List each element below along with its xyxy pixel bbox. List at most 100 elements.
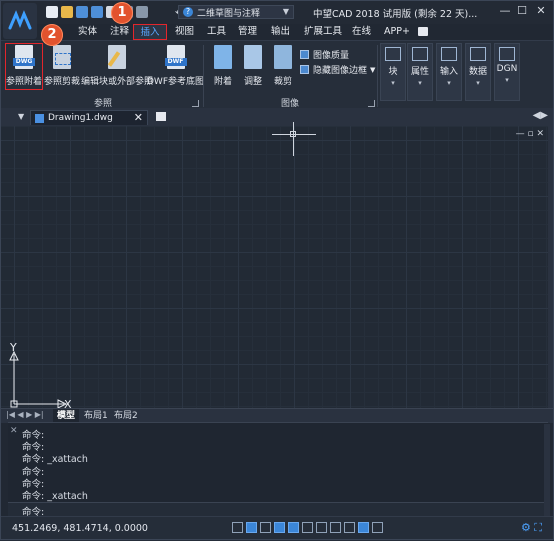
attribute-button[interactable]: 属性 ▾ bbox=[407, 43, 433, 101]
document-tab-bar: ▼ Drawing1.dwg ✕ ◀▶ bbox=[0, 108, 554, 127]
chevron-down-icon: ▾ bbox=[418, 79, 422, 87]
clip-icon bbox=[51, 45, 73, 71]
save-as-icon[interactable] bbox=[91, 6, 103, 18]
cad-application: ↶ ↷ ? 二维草图与注释 ▼ 中望CAD 2018 试用版 (剩余 22 天)… bbox=[0, 0, 554, 541]
ucs-axis-icon bbox=[9, 350, 68, 409]
chevron-down-icon: ▼ bbox=[370, 65, 376, 74]
pencil-icon bbox=[106, 45, 128, 71]
crop-image-button[interactable]: 裁剪 bbox=[272, 45, 294, 87]
minimize-button[interactable]: — bbox=[498, 4, 512, 18]
step-badge-1: 1 bbox=[111, 2, 133, 24]
command-scrollbar[interactable] bbox=[544, 424, 550, 516]
workspace-select[interactable]: ? 二维草图与注释 ▼ bbox=[178, 5, 294, 19]
app-logo-icon[interactable] bbox=[3, 3, 37, 39]
data-icon bbox=[470, 47, 486, 61]
image-icon bbox=[212, 45, 234, 71]
lineweight-icon[interactable] bbox=[330, 522, 341, 533]
image-group: 附着 调整 裁剪 图像质量 隐藏图像边框 ▼ 图像 bbox=[204, 43, 376, 109]
block-button[interactable]: 块 ▾ bbox=[380, 43, 406, 101]
ortho-icon[interactable] bbox=[260, 522, 271, 533]
coordinate-readout: 451.2469, 481.4714, 0.0000 bbox=[12, 523, 148, 534]
command-line: 命令: _xattach bbox=[22, 454, 88, 465]
close-icon[interactable]: ✕ bbox=[10, 426, 18, 436]
attribute-icon bbox=[412, 47, 428, 61]
block-icon bbox=[385, 47, 401, 61]
dwf-underlay-button[interactable]: DWF DWF参考底图 bbox=[147, 45, 204, 87]
maximize-button[interactable]: ☐ bbox=[515, 4, 529, 18]
close-icon[interactable]: ✕ bbox=[134, 111, 143, 124]
tab-tools[interactable]: 工具 bbox=[203, 24, 230, 40]
drafting-toggles bbox=[232, 522, 386, 533]
polar-icon[interactable] bbox=[274, 522, 285, 533]
chevron-down-icon: ▾ bbox=[505, 76, 509, 84]
crosshair-vertical bbox=[293, 122, 294, 156]
snap-icon[interactable] bbox=[246, 522, 257, 533]
chevron-down-icon: ▼ bbox=[282, 7, 289, 16]
attach-image-button[interactable]: 附着 bbox=[212, 45, 234, 87]
tab-manage[interactable]: 管理 bbox=[234, 24, 261, 40]
ref-dialog-launcher-icon[interactable] bbox=[192, 100, 199, 107]
tab-layout-2[interactable]: 布局2 bbox=[110, 409, 142, 423]
ref-group: DWG 参照附着 参照剪裁 编辑块或外部参照 DWF DWF参考底图 参照 bbox=[0, 43, 204, 109]
dynamic-input-icon[interactable] bbox=[316, 522, 327, 533]
dgn-button[interactable]: DGN ▾ bbox=[494, 43, 520, 101]
ribbon-toggle-icon[interactable] bbox=[418, 27, 428, 36]
layout-tab-bar: |◀ ◀ ▶ ▶| 模型 布局1 布局2 bbox=[0, 408, 554, 423]
new-file-icon[interactable] bbox=[46, 6, 58, 18]
tab-output[interactable]: 输出 bbox=[267, 24, 294, 40]
crop-icon bbox=[272, 45, 294, 71]
chevron-down-icon: ▾ bbox=[391, 79, 395, 87]
ribbon-tabs: 实体 注释 插入 视图 工具 管理 输出 扩展工具 在线 APP+ bbox=[40, 24, 554, 40]
tab-online[interactable]: 在线 bbox=[348, 24, 375, 40]
layout-nav-arrows-icon[interactable]: |◀ ◀ ▶ ▶| bbox=[6, 410, 44, 419]
adjust-icon bbox=[242, 45, 264, 71]
dgn-icon bbox=[499, 47, 515, 61]
osnap-icon[interactable] bbox=[288, 522, 299, 533]
settings-icon[interactable]: ⚙ ⛶ bbox=[521, 521, 542, 535]
drawing-file-icon bbox=[35, 113, 44, 123]
open-folder-icon[interactable] bbox=[61, 6, 73, 18]
help-icon: ? bbox=[183, 7, 193, 17]
document-tab[interactable]: Drawing1.dwg ✕ bbox=[30, 110, 148, 125]
crosshair-pickbox bbox=[290, 131, 296, 137]
hide-image-frame-button[interactable]: 隐藏图像边框 ▼ bbox=[300, 63, 375, 76]
tab-model[interactable]: 模型 bbox=[53, 409, 80, 423]
tab-insert[interactable]: 插入 bbox=[133, 24, 167, 40]
annotation-scale-icon[interactable] bbox=[372, 522, 383, 533]
tab-layout-1[interactable]: 布局1 bbox=[80, 409, 112, 423]
adjust-image-button[interactable]: 调整 bbox=[242, 45, 264, 87]
vertical-scrollbar[interactable] bbox=[548, 126, 554, 408]
otrack-icon[interactable] bbox=[302, 522, 313, 533]
import-icon bbox=[441, 47, 457, 61]
window-title: 中望CAD 2018 试用版 (剩余 22 天)... bbox=[313, 9, 478, 20]
title-bar: ↶ ↷ ? 二维草图与注释 ▼ 中望CAD 2018 试用版 (剩余 22 天)… bbox=[0, 0, 554, 39]
tab-app-plus[interactable]: APP+ bbox=[380, 24, 414, 40]
clip-reference-button[interactable]: 参照剪裁 bbox=[44, 45, 80, 87]
image-dialog-launcher-icon[interactable] bbox=[368, 100, 375, 107]
preview-icon[interactable] bbox=[136, 6, 148, 18]
step-badge-2: 2 bbox=[41, 24, 63, 46]
import-button[interactable]: 输入 ▾ bbox=[436, 43, 462, 101]
selection-cycling-icon[interactable] bbox=[358, 522, 369, 533]
new-tab-icon[interactable] bbox=[156, 112, 166, 121]
tab-scroll-arrows-icon[interactable]: ◀▶ bbox=[533, 110, 548, 121]
tab-annotate[interactable]: 注释 bbox=[106, 24, 133, 40]
command-input[interactable]: 命令: bbox=[8, 502, 548, 518]
ribbon-panel: DWG 参照附着 参照剪裁 编辑块或外部参照 DWF DWF参考底图 参照 附着… bbox=[0, 40, 554, 109]
save-icon[interactable] bbox=[76, 6, 88, 18]
command-line: 命令: _xattach bbox=[22, 491, 88, 502]
image-quality-button[interactable]: 图像质量 bbox=[300, 48, 349, 61]
data-button[interactable]: 数据 ▾ bbox=[465, 43, 491, 101]
quick-properties-icon[interactable] bbox=[344, 522, 355, 533]
tab-solid[interactable]: 实体 bbox=[74, 24, 101, 40]
attach-reference-button[interactable]: DWG 参照附着 bbox=[6, 45, 42, 87]
close-button[interactable]: ✕ bbox=[534, 4, 548, 18]
edit-block-reference-button[interactable]: 编辑块或外部参照 bbox=[81, 45, 153, 87]
dwg-file-icon: DWG bbox=[13, 45, 35, 71]
tab-view[interactable]: 视图 bbox=[171, 24, 198, 40]
tab-menu-icon[interactable]: ▼ bbox=[18, 112, 24, 121]
tab-extension-tools[interactable]: 扩展工具 bbox=[300, 24, 346, 40]
grid-icon[interactable] bbox=[232, 522, 243, 533]
image-frame-icon bbox=[300, 65, 309, 74]
viewport-controls[interactable]: — ▫ ✕ bbox=[516, 129, 544, 139]
